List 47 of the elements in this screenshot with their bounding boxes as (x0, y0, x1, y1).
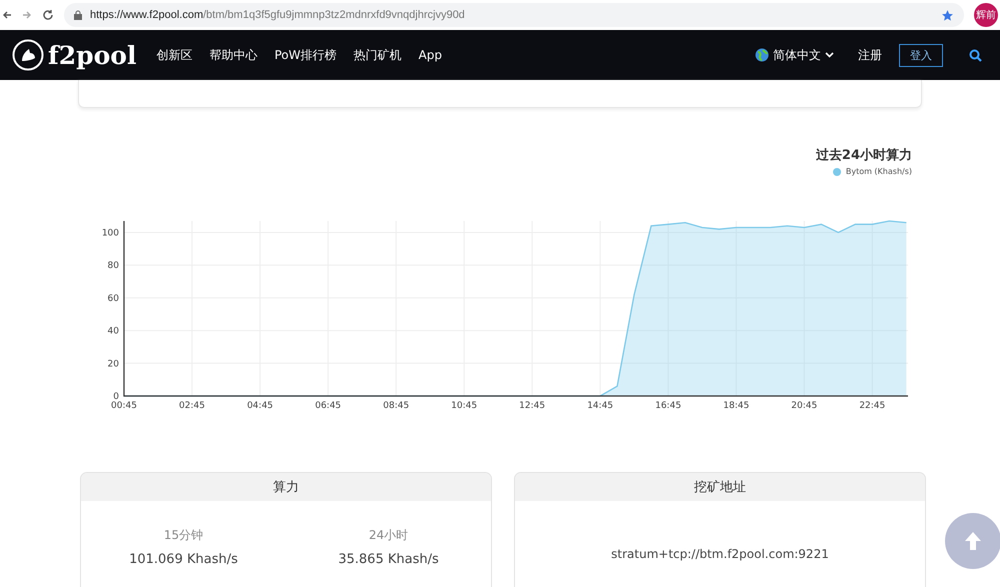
reload-icon[interactable] (42, 9, 54, 21)
arrow-up-icon (964, 531, 982, 551)
stat-value: 101.069 Khash/s (129, 552, 238, 567)
address-bar[interactable]: https://www.f2pool.com/btm/bm1q3f5gfu9jmmnp3tz2mdnrxfd9vnqdjhrcjvy90d (64, 3, 964, 27)
language-selector[interactable]: 简体中文 (755, 46, 834, 64)
y-tick-label: 0 (113, 392, 119, 402)
x-tick-label: 18:45 (723, 401, 750, 411)
x-tick-label: 00:45 (111, 401, 137, 411)
lock-icon (74, 10, 82, 20)
back-icon[interactable] (2, 10, 12, 20)
nav-link[interactable]: PoW排行榜 (274, 46, 336, 64)
x-tick-label: 04:45 (247, 401, 274, 411)
nav-link[interactable]: App (418, 48, 442, 62)
search-icon[interactable] (969, 48, 982, 62)
mining-address: stratum+tcp://btm.f2pool.com:9221 (610, 546, 830, 561)
x-tick-label: 06:45 (315, 401, 342, 411)
x-tick-label: 10:45 (451, 401, 478, 411)
y-tick-label: 20 (108, 359, 119, 370)
card-header: 算力 (81, 473, 491, 501)
login-button[interactable]: 登入 (899, 44, 943, 66)
card-header: 挖矿地址 (515, 473, 925, 501)
logo-icon (12, 39, 44, 71)
x-tick-label: 02:45 (179, 401, 205, 411)
x-tick-label: 20:45 (791, 401, 818, 411)
stat-label: 15分钟 (164, 527, 204, 544)
x-tick-label: 12:45 (519, 401, 546, 411)
profile-avatar[interactable]: 辉前 (974, 3, 998, 27)
x-tick-label: 16:45 (655, 401, 682, 411)
globe-icon (755, 48, 769, 62)
y-tick-label: 100 (102, 228, 119, 238)
x-tick-label: 08:45 (383, 401, 410, 411)
chart-title: 过去24小时算力 (816, 147, 912, 164)
star-icon[interactable] (941, 8, 954, 22)
logo-text[interactable]: f2pool (48, 40, 136, 70)
y-tick-label: 40 (108, 326, 119, 337)
caret-icon (825, 52, 834, 58)
nav-link[interactable]: 帮助中心 (209, 46, 258, 64)
nav-link[interactable]: 创新区 (156, 46, 192, 64)
stat-label: 24小时 (368, 527, 408, 544)
legend-label: Bytom (Khash/s) (846, 167, 912, 176)
y-tick-label: 80 (108, 261, 119, 272)
nav-link[interactable]: 热门矿机 (354, 46, 402, 64)
stat-value: 35.865 Khash/s (338, 552, 439, 567)
x-tick-label: 14:45 (587, 401, 614, 411)
x-tick-label: 22:45 (859, 401, 886, 411)
y-tick-label: 60 (108, 294, 119, 304)
register-link[interactable]: 注册 (858, 46, 882, 64)
